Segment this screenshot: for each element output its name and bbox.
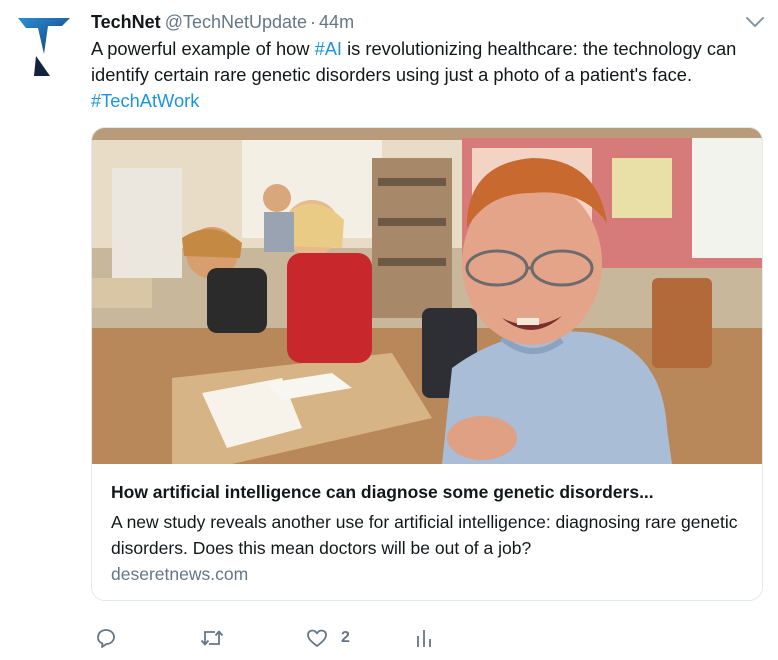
analytics-button[interactable] [414,624,434,652]
technet-logo-icon [18,18,70,76]
retweet-button[interactable] [199,624,225,652]
hashtag-link[interactable]: #AI [315,38,342,59]
like-button[interactable]: 2 [305,624,350,652]
card-domain: deseretnews.com [111,564,249,584]
classroom-photo [92,128,762,464]
chevron-down-icon [746,17,764,27]
retweet-icon [200,630,224,646]
reply-button[interactable] [94,624,118,652]
like-count: 2 [341,629,350,646]
tweet[interactable]: TechNet @TechNetUpdate · 44m A powerful exa… [0,0,778,660]
reply-icon [97,629,115,648]
separator-dot: · [310,12,317,32]
tweet-text: A powerful example of how #AI is revolut… [91,36,771,114]
display-name[interactable]: TechNet [91,12,161,32]
user-handle[interactable]: @TechNetUpdate [165,12,307,32]
tweet-text-part: A powerful example of how [91,38,315,59]
card-description: A new study reveals another use for arti… [111,512,738,558]
hashtag-link[interactable]: #TechAtWork [91,90,199,111]
more-options-button[interactable] [744,14,766,30]
heart-icon [307,629,327,647]
analytics-icon [417,630,431,647]
timestamp[interactable]: 44m [319,12,354,32]
card-title[interactable]: How artificial intelligence can diagnose… [111,481,741,503]
tweet-header: TechNet @TechNetUpdate · 44m [91,11,354,33]
link-card[interactable]: How artificial intelligence can diagnose… [91,127,763,601]
card-image[interactable] [92,128,762,464]
avatar[interactable] [14,12,72,78]
